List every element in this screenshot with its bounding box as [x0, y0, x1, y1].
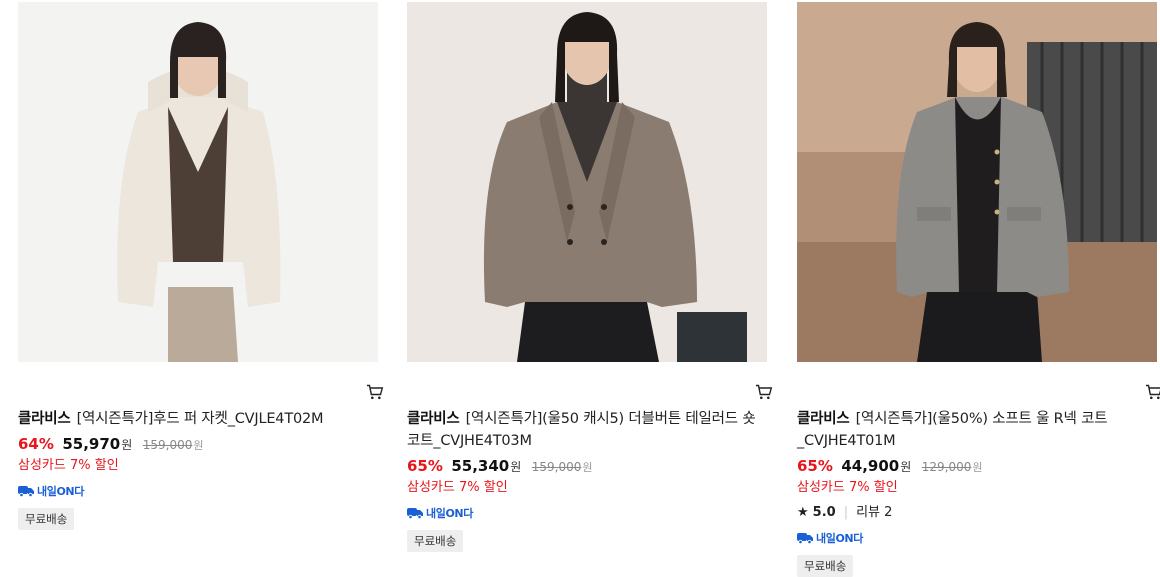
rating-row[interactable]: ★ 5.0 | 리뷰 2 [797, 504, 1157, 522]
free-shipping-tag: 무료배송 [18, 508, 75, 530]
delivery-label: 내일ON다 [37, 485, 84, 498]
star-icon: ★ [797, 505, 809, 520]
truck-icon [407, 508, 423, 519]
delivery-label: 내일ON다 [816, 532, 863, 545]
original-price: 129,000 [921, 460, 972, 474]
currency-label: 원 [121, 438, 133, 452]
product-title[interactable]: 클라비스 [역시즌특가]후드 퍼 자켓_CVJLE4T02M [18, 408, 370, 430]
currency-label: 원 [900, 460, 912, 474]
price-row: 65% 55,340원 159,000원 [407, 454, 767, 478]
original-currency-label: 원 [972, 461, 983, 474]
cart-icon[interactable] [755, 384, 773, 400]
original-currency-label: 원 [193, 439, 204, 452]
card-promo: 삼성카드 7% 할인 [18, 458, 119, 473]
discount-rate: 65% [797, 457, 833, 475]
brand-name: 클라비스 [18, 411, 71, 427]
original-price: 159,000 [142, 438, 193, 452]
delivery-label: 내일ON다 [426, 507, 473, 520]
review-count: 리뷰 2 [856, 505, 893, 520]
product-card[interactable]: 클라비스 [역시즌특가](울50%) 소프트 울 R넥 코트 _CVJHE4T01… [797, 2, 1160, 577]
card-promo: 삼성카드 7% 할인 [797, 480, 898, 495]
free-shipping-tag: 무료배송 [797, 555, 854, 577]
sale-price: 44,900 [841, 457, 900, 475]
delivery-badge: 내일ON다 [407, 505, 767, 521]
rating-score: 5.0 [812, 505, 836, 520]
discount-rate: 65% [407, 457, 443, 475]
delivery-badge: 내일ON다 [797, 530, 1157, 546]
free-shipping-tag: 무료배송 [407, 530, 464, 552]
discount-rate: 64% [18, 435, 54, 453]
product-card[interactable]: 클라비스 [역시즌특가](울50 캐시5) 더블버튼 테일러드 숏 코트_CVJH… [407, 2, 773, 552]
product-card[interactable]: 클라비스 [역시즌특가]후드 퍼 자켓_CVJLE4T02M 64% 55,970… [18, 2, 384, 530]
original-price: 159,000 [531, 460, 582, 474]
divider: | [843, 505, 849, 520]
product-image[interactable] [407, 2, 767, 362]
sale-price: 55,970 [62, 435, 121, 453]
sale-price: 55,340 [451, 457, 510, 475]
delivery-badge: 내일ON다 [18, 483, 378, 499]
currency-label: 원 [510, 460, 522, 474]
product-title[interactable]: 클라비스 [역시즌특가](울50 캐시5) 더블버튼 테일러드 숏 코트_CVJH… [407, 408, 759, 452]
brand-name: 클라비스 [797, 411, 850, 427]
card-promo: 삼성카드 7% 할인 [407, 480, 508, 495]
product-image[interactable] [797, 2, 1157, 362]
truck-icon [18, 486, 34, 497]
price-row: 64% 55,970원 159,000원 [18, 432, 378, 456]
truck-icon [797, 533, 813, 544]
product-name: [역시즌특가]후드 퍼 자켓_CVJLE4T02M [76, 411, 324, 427]
cart-icon[interactable] [366, 384, 384, 400]
price-row: 65% 44,900원 129,000원 [797, 454, 1157, 478]
brand-name: 클라비스 [407, 411, 460, 427]
cart-icon[interactable] [1145, 384, 1160, 400]
product-title[interactable]: 클라비스 [역시즌특가](울50%) 소프트 울 R넥 코트 _CVJHE4T01… [797, 408, 1149, 452]
original-currency-label: 원 [582, 461, 593, 474]
product-image[interactable] [18, 2, 378, 362]
